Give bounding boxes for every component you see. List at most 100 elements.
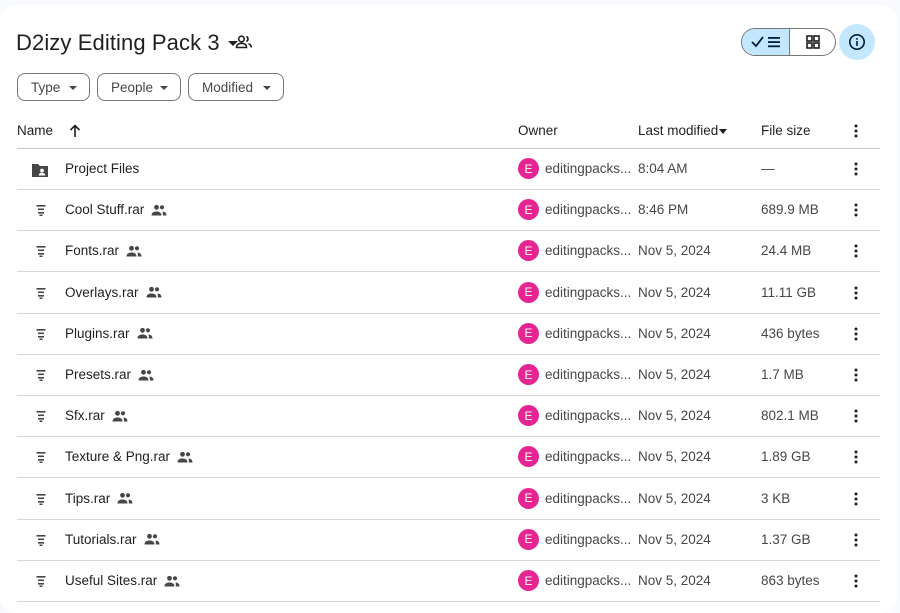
column-header-last-modified[interactable]: Last modified — [638, 123, 718, 138]
owner-avatar: E — [518, 446, 539, 468]
file-row[interactable]: Tutorials.rar Eeditingpacks... Nov 5, 2024… — [17, 520, 880, 561]
shared-people-icon — [151, 204, 167, 216]
details-info-button[interactable] — [839, 24, 875, 60]
shared-people-icon — [164, 575, 180, 586]
more-actions-icon[interactable] — [853, 243, 859, 259]
last-modified: Nov 5, 2024 — [638, 449, 711, 465]
last-modified: 8:04 AM — [638, 161, 688, 176]
file-name: Useful Sites.rar — [65, 573, 180, 588]
file-name-label: Cool Stuff.rar — [65, 202, 145, 218]
more-actions-icon[interactable] — [853, 491, 859, 507]
owner-avatar: E — [518, 405, 539, 427]
more-actions-icon[interactable] — [853, 573, 859, 589]
file-row[interactable]: Texture & Png.rar Eeditingpacks... Nov 5, … — [17, 437, 880, 479]
owner-avatar: E — [518, 322, 539, 344]
file-size: — — [761, 161, 775, 176]
filter-modified-chip[interactable]: Modified — [188, 73, 284, 101]
file-name: Fonts.rar — [65, 243, 142, 258]
filter-type-label: Type — [31, 79, 61, 95]
file-row[interactable]: Fonts.rar Eeditingpacks... Nov 5, 2024 24.4… — [17, 231, 880, 273]
shared-people-icon — [117, 492, 133, 504]
file-row[interactable]: Sfx.rar Eeditingpacks... Nov 5, 2024 802.1 … — [17, 396, 880, 438]
file-name-label: Overlays.rar — [65, 284, 139, 300]
zip-file-icon — [36, 328, 46, 340]
column-header-file-size[interactable]: File size — [761, 123, 811, 138]
last-modified: Nov 5, 2024 — [638, 490, 711, 506]
owner-avatar: E — [518, 364, 539, 385]
file-name: Overlays.rar — [65, 285, 162, 300]
filter-people-chip[interactable]: People — [97, 73, 181, 101]
filter-type-chip[interactable]: Type — [17, 73, 90, 101]
owner-name: editingpacks... — [545, 573, 632, 588]
owner-avatar: E — [518, 281, 539, 303]
filter-modified-label: Modified — [202, 79, 254, 95]
filter-people-label: People — [111, 79, 154, 95]
view-toggle — [741, 28, 836, 56]
file-name-label: Project Files — [65, 161, 140, 176]
more-actions-icon[interactable] — [853, 161, 859, 177]
zip-file-icon — [36, 287, 46, 299]
more-actions-icon[interactable] — [853, 285, 859, 301]
dropdown-caret-icon — [69, 86, 77, 90]
owner-name: editingpacks... — [545, 161, 632, 176]
file-name: Cool Stuff.rar — [65, 202, 167, 217]
more-vert-icon[interactable] — [853, 123, 859, 139]
file-name-label: Fonts.rar — [65, 243, 120, 259]
file-name: Tips.rar — [65, 491, 133, 506]
dropdown-caret-icon — [160, 86, 168, 90]
last-modified: Nov 5, 2024 — [638, 284, 711, 300]
more-actions-icon[interactable] — [853, 532, 859, 548]
more-actions-icon[interactable] — [853, 202, 859, 218]
shared-with-people-icon[interactable] — [234, 32, 254, 52]
file-row[interactable]: Overlays.rar Eeditingpacks... Nov 5, 2024 1… — [17, 273, 880, 314]
more-actions-icon[interactable] — [853, 408, 859, 424]
file-name: Presets.rar — [65, 367, 154, 382]
file-size: 3 KB — [761, 490, 791, 506]
file-size: 1.7 MB — [761, 367, 804, 382]
file-size: 689.9 MB — [761, 202, 819, 218]
shared-people-icon — [177, 451, 193, 463]
grid-icon — [805, 35, 820, 49]
owner-name: editingpacks... — [545, 284, 632, 300]
zip-file-icon — [36, 534, 46, 546]
file-size: 436 bytes — [761, 325, 820, 341]
list-view-button[interactable] — [742, 29, 790, 55]
file-row[interactable]: Cool Stuff.rar Eeditingpacks... 8:46 PM 689… — [17, 190, 880, 232]
shared-people-icon — [112, 410, 128, 422]
folder-title-button[interactable]: D2izy Editing Pack 3 — [16, 23, 238, 63]
owner-avatar: E — [518, 240, 539, 262]
file-name-label: Tips.rar — [65, 490, 111, 506]
zip-file-icon — [36, 411, 46, 423]
file-name: Tutorials.rar — [65, 532, 160, 547]
file-row[interactable]: Presets.rar Eeditingpacks... Nov 5, 2024 1.… — [17, 355, 880, 396]
last-modified: Nov 5, 2024 — [638, 243, 711, 259]
zip-file-icon — [36, 493, 46, 505]
zip-file-icon — [36, 205, 46, 217]
file-name: Sfx.rar — [65, 408, 128, 423]
file-row[interactable]: Project Files Eeditingpacks... 8:04 AM — — [17, 149, 880, 190]
owner-name: editingpacks... — [545, 202, 632, 218]
grid-view-button[interactable] — [790, 29, 835, 55]
sort-ascending-arrow-icon[interactable] — [68, 123, 82, 139]
more-actions-icon[interactable] — [853, 367, 859, 383]
zip-file-icon — [36, 246, 46, 258]
file-size: 1.37 GB — [761, 531, 811, 547]
more-actions-icon[interactable] — [853, 449, 859, 465]
file-name-label: Tutorials.rar — [65, 531, 137, 547]
shared-people-icon — [146, 286, 162, 298]
owner-name: editingpacks... — [545, 408, 632, 424]
more-actions-icon[interactable] — [853, 326, 859, 342]
shared-people-icon — [126, 245, 142, 257]
last-modified: Nov 5, 2024 — [638, 367, 711, 382]
file-row[interactable]: Tips.rar Eeditingpacks... Nov 5, 2024 3 KB — [17, 479, 880, 520]
owner-name: editingpacks... — [545, 367, 632, 382]
column-header-name[interactable]: Name — [17, 123, 53, 138]
folder-title: D2izy Editing Pack 3 — [16, 30, 220, 55]
zip-file-icon — [36, 370, 46, 381]
check-list-icon — [750, 36, 780, 48]
file-row[interactable]: Plugins.rar Eeditingpacks... Nov 5, 2024 43… — [17, 314, 880, 355]
column-header-owner[interactable]: Owner — [518, 123, 558, 138]
shared-people-icon — [144, 534, 160, 545]
last-modified: 8:46 PM — [638, 202, 689, 218]
file-row[interactable]: Useful Sites.rar Eeditingpacks... Nov 5, 2… — [17, 561, 880, 602]
